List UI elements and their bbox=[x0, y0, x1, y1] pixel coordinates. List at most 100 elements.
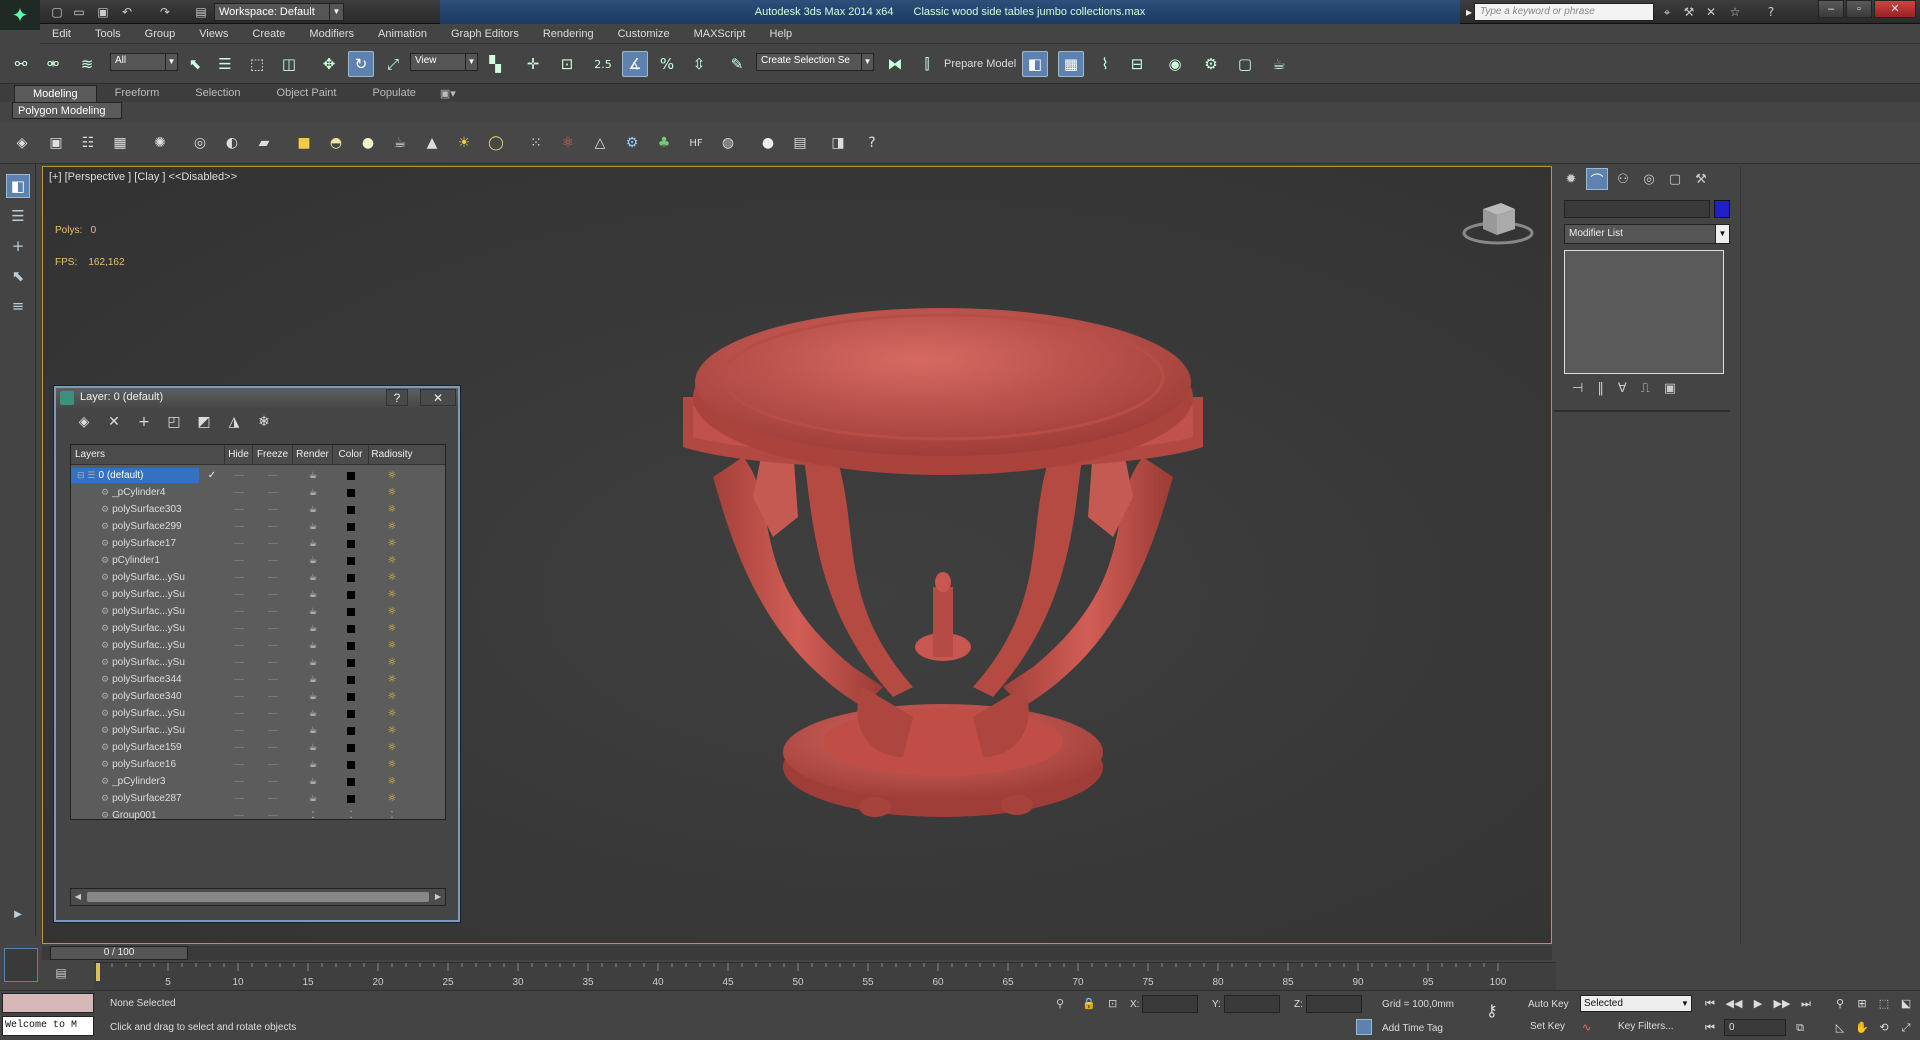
radiosity-icon[interactable]: ⁚ bbox=[369, 810, 415, 821]
layer-row[interactable]: ⚙ _pCylinder4— — ☕ ☼ bbox=[71, 484, 445, 501]
color-swatch[interactable] bbox=[333, 539, 369, 548]
box-primitive-icon[interactable]: ■ bbox=[292, 131, 316, 155]
render-teapot-icon[interactable]: ☕ bbox=[293, 573, 333, 583]
layer-row[interactable]: ⚙ polySurfac...ySu — — ☕ ☼ bbox=[71, 654, 445, 671]
layer-name-cell[interactable]: ⚙ polySurface159 bbox=[71, 740, 199, 755]
freeze-toggle[interactable]: — bbox=[253, 470, 293, 481]
render-teapot-icon[interactable]: ⁚ bbox=[293, 811, 333, 821]
hide-toggle[interactable]: — bbox=[225, 572, 253, 583]
plant-icon[interactable]: ♣ bbox=[652, 131, 676, 155]
freeze-toggle[interactable]: — bbox=[253, 691, 293, 702]
freeze-toggle[interactable]: — bbox=[253, 793, 293, 804]
radiosity-icon[interactable]: ☼ bbox=[369, 538, 415, 549]
layer-manager-icon[interactable]: ◧ bbox=[1022, 51, 1048, 77]
particle-icon[interactable]: ⁙ bbox=[524, 131, 548, 155]
mini-curve-editor-icon[interactable] bbox=[4, 948, 38, 982]
radiosity-icon[interactable]: ☼ bbox=[369, 742, 415, 753]
modifier-stack[interactable] bbox=[1564, 250, 1724, 374]
highlight-layer-icon[interactable]: ◩ bbox=[192, 414, 216, 430]
move-icon[interactable]: ✥ bbox=[316, 51, 342, 77]
time-slider[interactable]: 0 / 100 bbox=[50, 946, 188, 960]
layer-row[interactable]: ⚙ polySurface287— — ☕ ☼ bbox=[71, 790, 445, 807]
modify-panel-icon[interactable]: ⌒ bbox=[1586, 168, 1608, 190]
hide-toggle[interactable]: — bbox=[225, 810, 253, 821]
spiral-icon[interactable]: ◍ bbox=[716, 131, 740, 155]
subscription-icon[interactable]: ⚒ bbox=[1680, 3, 1698, 21]
tab-selection[interactable]: Selection bbox=[177, 85, 258, 101]
freeze-toggle[interactable]: — bbox=[253, 725, 293, 736]
select-by-name-icon[interactable]: ☰ bbox=[212, 51, 238, 77]
freeze-toggle[interactable]: — bbox=[253, 504, 293, 515]
render-teapot-icon[interactable]: ☕ bbox=[293, 760, 333, 770]
sun-light-icon[interactable]: ☀ bbox=[452, 131, 476, 155]
current-frame-field[interactable]: 0 bbox=[1724, 1019, 1786, 1036]
spinner-snap-icon[interactable]: ⇳ bbox=[686, 51, 712, 77]
snaps-toggle-icon[interactable]: 2.5 bbox=[590, 51, 616, 77]
go-to-end-icon[interactable]: ⏭ bbox=[1796, 995, 1816, 1013]
tab-populate[interactable]: Populate bbox=[354, 85, 433, 101]
render-teapot-icon[interactable]: ☕ bbox=[293, 777, 333, 787]
dialog-help-button[interactable]: ? bbox=[386, 389, 408, 406]
freeze-toggle[interactable]: — bbox=[253, 623, 293, 634]
key-set-select[interactable]: Selected ▼ bbox=[1580, 995, 1692, 1012]
redo-icon[interactable]: ↷ bbox=[156, 3, 174, 21]
menu-create[interactable]: Create bbox=[240, 28, 297, 40]
lighting-icon[interactable]: ✺ bbox=[148, 131, 172, 155]
save-icon[interactable]: ▣ bbox=[94, 3, 112, 21]
freeze-toggle[interactable]: — bbox=[253, 759, 293, 770]
percent-snap-icon[interactable]: % bbox=[654, 51, 680, 77]
favorites-star-icon[interactable]: ☆ bbox=[1726, 3, 1744, 21]
radiosity-icon[interactable]: ☼ bbox=[369, 793, 415, 804]
scroll-thumb[interactable] bbox=[87, 892, 429, 902]
layer-name-cell[interactable]: ⚙ polySurface287 bbox=[71, 791, 199, 806]
named-selection-set-select[interactable]: Create Selection Se ▼ bbox=[756, 53, 874, 71]
film-icon[interactable]: ▰ bbox=[252, 131, 276, 155]
motion-panel-icon[interactable]: ◎ bbox=[1638, 168, 1660, 190]
render-teapot-icon[interactable]: ☕ bbox=[293, 692, 333, 702]
select-manipulate-icon[interactable]: ✛ bbox=[520, 51, 546, 77]
render-teapot-icon[interactable]: ☕ bbox=[293, 590, 333, 600]
color-swatch[interactable] bbox=[333, 658, 369, 667]
pivot-center-icon[interactable]: ▚ bbox=[482, 51, 508, 77]
grid-table-icon[interactable]: ▦ bbox=[108, 131, 132, 155]
hide-toggle[interactable]: — bbox=[225, 589, 253, 600]
hide-toggle[interactable]: — bbox=[225, 504, 253, 515]
material-editor-icon[interactable]: ◉ bbox=[1162, 51, 1188, 77]
minimize-button[interactable]: – bbox=[1818, 0, 1844, 18]
layer-name-cell[interactable]: ⚙ polySurfac...ySu bbox=[71, 587, 199, 602]
ribbon-options-icon[interactable]: ▣▾ bbox=[434, 87, 462, 100]
freeze-toggle[interactable]: — bbox=[253, 487, 293, 498]
y-coordinate-field[interactable] bbox=[1224, 995, 1280, 1013]
angle-snap-icon[interactable]: ∡ bbox=[622, 51, 648, 77]
select-object-icon[interactable]: ⬉ bbox=[182, 51, 208, 77]
menu-tools[interactable]: Tools bbox=[83, 28, 133, 40]
render-teapot-icon[interactable]: ☕ bbox=[293, 794, 333, 804]
render-teapot-icon[interactable]: ☕ bbox=[293, 556, 333, 566]
radiosity-icon[interactable]: ☼ bbox=[369, 776, 415, 787]
layer-name-cell[interactable]: ⚙ polySurfac...ySu bbox=[71, 723, 199, 738]
remove-modifier-icon[interactable]: ⎍ bbox=[1641, 381, 1650, 401]
hide-toggle[interactable]: — bbox=[225, 640, 253, 651]
layers-icon[interactable]: ☰ bbox=[6, 204, 30, 228]
scale-icon[interactable]: ⤢ bbox=[380, 51, 406, 77]
hide-toggle[interactable]: — bbox=[225, 538, 253, 549]
skylight-icon[interactable]: ◯ bbox=[484, 131, 508, 155]
window-crossing-icon[interactable]: ◫ bbox=[276, 51, 302, 77]
render-teapot-icon[interactable]: ☕ bbox=[293, 488, 333, 498]
menu-animation[interactable]: Animation bbox=[366, 28, 439, 40]
layer-name-cell[interactable]: ⚙ _pCylinder3 bbox=[71, 774, 199, 789]
color-swatch[interactable] bbox=[333, 675, 369, 684]
add-time-tag[interactable]: Add Time Tag bbox=[1382, 1023, 1443, 1034]
render-teapot-icon[interactable]: ☕ bbox=[293, 505, 333, 515]
color-swatch[interactable] bbox=[333, 692, 369, 701]
time-tag-icon[interactable] bbox=[1356, 1019, 1372, 1035]
color-swatch[interactable]: ⁚ bbox=[333, 810, 369, 821]
color-swatch[interactable] bbox=[333, 556, 369, 565]
color-swatch[interactable] bbox=[333, 471, 369, 480]
radiosity-icon[interactable]: ☼ bbox=[369, 555, 415, 566]
tab-modeling[interactable]: Modeling bbox=[14, 84, 97, 102]
x-coordinate-field[interactable] bbox=[1142, 995, 1198, 1013]
layer-name-cell[interactable]: ⚙ polySurface340 bbox=[71, 689, 199, 704]
configure-modifier-sets-icon[interactable]: ▣ bbox=[1664, 381, 1676, 401]
binoculars-icon[interactable]: ⌖ bbox=[1658, 3, 1676, 21]
